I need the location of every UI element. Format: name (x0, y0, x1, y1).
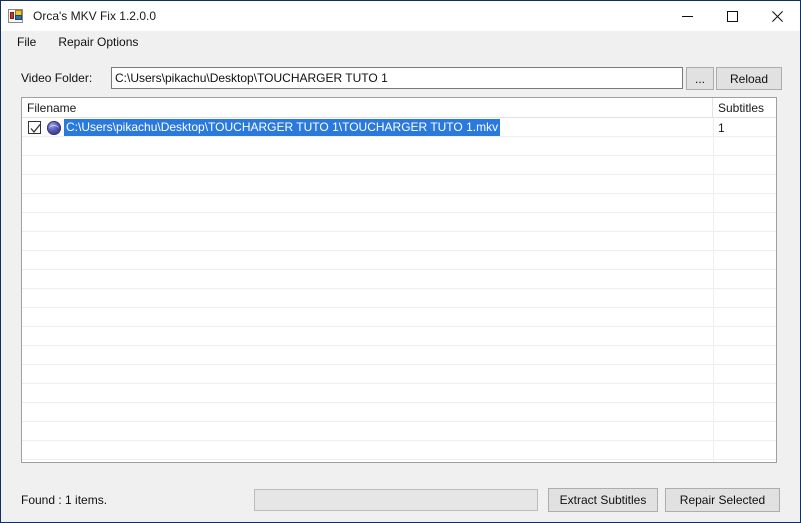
column-header-subtitles[interactable]: Subtitles (713, 98, 776, 117)
row-filename: C:\Users\pikachu\Desktop\TOUCHARGER TUTO… (64, 118, 501, 137)
titlebar[interactable]: Orca's MKV Fix 1.2.0.0 (1, 1, 800, 31)
window-title: Orca's MKV Fix 1.2.0.0 (33, 9, 156, 23)
maximize-button[interactable] (710, 1, 755, 31)
video-folder-input[interactable] (111, 67, 683, 89)
minimize-button[interactable] (665, 1, 710, 31)
menubar: File Repair Options (1, 31, 800, 54)
app-window-icon (8, 8, 24, 24)
row-checkbox[interactable] (28, 121, 41, 134)
progress-bar (254, 489, 538, 511)
reload-button[interactable]: Reload (716, 67, 782, 90)
listview-body: C:\Users\pikachu\Desktop\TOUCHARGER TUTO… (22, 118, 776, 462)
mkv-file-icon (46, 120, 62, 136)
menu-item-repair-options[interactable]: Repair Options (50, 33, 146, 52)
column-header-filename[interactable]: Filename (22, 98, 713, 117)
minimize-icon (682, 11, 693, 22)
close-icon (772, 10, 783, 22)
video-folder-label: Video Folder: (21, 71, 93, 85)
window-controls (665, 1, 800, 31)
close-button[interactable] (755, 1, 800, 31)
extract-subtitles-button[interactable]: Extract Subtitles (548, 488, 658, 512)
file-listview[interactable]: Filename Subtitles C:\Users\pikachu\Desk… (21, 97, 777, 463)
listview-header: Filename Subtitles (22, 98, 776, 118)
menu-item-file[interactable]: File (9, 33, 44, 52)
maximize-icon (727, 10, 738, 22)
row-subtitles-count: 1 (718, 120, 725, 135)
repair-selected-button[interactable]: Repair Selected (665, 488, 780, 512)
table-row[interactable]: C:\Users\pikachu\Desktop\TOUCHARGER TUTO… (22, 118, 776, 137)
browse-folder-button[interactable]: ... (686, 67, 714, 90)
status-text: Found : 1 items. (21, 493, 108, 507)
app-window: Orca's MKV Fix 1.2.0.0 File Repair Optio… (0, 0, 801, 523)
listview-gridlines (22, 118, 776, 462)
listview-column-separator (713, 118, 714, 462)
checkmark-icon (30, 124, 41, 134)
